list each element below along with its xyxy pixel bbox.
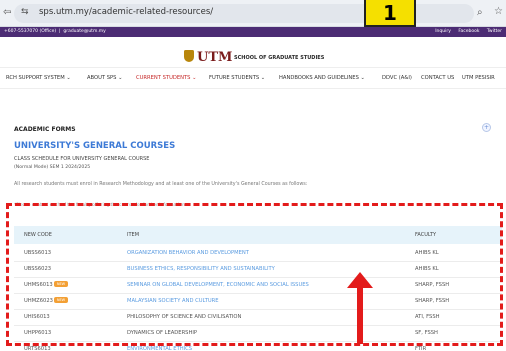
utm-logo[interactable]: UTM (184, 50, 232, 65)
course-item-link[interactable]: SEMINAR ON GLOBAL DEVELOPMENT, ECONOMIC … (127, 282, 309, 288)
facebook-link[interactable]: Facebook (458, 29, 479, 34)
twitter-link[interactable]: Twitter (487, 29, 502, 34)
instruction-text: All research students must enrol in Rese… (14, 182, 308, 187)
annotation-number-badge: 1 (364, 0, 416, 27)
nav-item-current-students[interactable]: CURRENT STUDENTS ⌄ (136, 75, 196, 81)
nav-item-about-sps[interactable]: ABOUT SPS ⌄ (87, 75, 122, 81)
schedule-title: CLASS SCHEDULE FOR UNIVERSITY GENERAL CO… (14, 156, 150, 162)
plus-circle-icon[interactable]: + (482, 123, 491, 132)
course-code: UHMS6013 (24, 282, 53, 288)
up-arrow-icon (347, 272, 373, 344)
course-faculty: FTIR (415, 346, 427, 351)
column-header-code: NEW CODE (24, 232, 52, 238)
new-badge: NEW (54, 297, 68, 303)
social-links: Inquiry Facebook Twitter (429, 27, 502, 37)
course-code: UBSS6023 (24, 266, 52, 272)
course-code: URTS6013 (24, 346, 51, 351)
phone-text: +607-5537070 (Office) (4, 29, 57, 34)
contact-note: *Please contact each of the faculty offe… (14, 203, 187, 208)
course-faculty: SHARP, FSSH (415, 298, 450, 304)
course-item-link[interactable]: ORGANIZATION BEHAVIOR AND DEVELOPMENT (127, 250, 249, 256)
course-item-link[interactable]: ENVIRONMENTAL ETHICS (127, 346, 192, 351)
contact-info: +607-5537070 (Office) | graduate@utm.my (4, 29, 106, 34)
nav-item-research-support[interactable]: RCH SUPPORT SYSTEM ⌄ (6, 75, 71, 81)
new-badge: NEW (54, 281, 68, 287)
course-code: UHIS6013 (24, 314, 50, 320)
course-faculty: AHIBS KL (415, 250, 439, 256)
contact-strip: +607-5537070 (Office) | graduate@utm.my … (0, 27, 506, 37)
course-faculty: SF, FSSH (415, 330, 438, 336)
table-row: URTS6013 ENVIRONMENTAL ETHICS FTIR (14, 340, 502, 351)
nav-item-contact-us[interactable]: CONTACT US (421, 75, 454, 81)
course-item: PHILOSOPHY OF SCIENCE AND CIVILISATION (127, 314, 242, 320)
column-header-faculty: FACULTY (415, 232, 437, 238)
course-code: UHMZ6023 (24, 298, 53, 304)
table-header: NEW CODE ITEM FACULTY (14, 226, 502, 244)
course-code: UBSS6013 (24, 250, 52, 256)
back-arrow-icon[interactable]: ⇦ (3, 7, 11, 18)
course-faculty: AHIBS KL (415, 266, 439, 272)
screenshot: { "browser": { "url": "sps.utm.my/academ… (0, 0, 506, 351)
nav-item-handbooks[interactable]: HANDBOOKS AND GUIDELINES ⌄ (279, 75, 365, 81)
course-item-link[interactable]: MALAYSIAN SOCIETY AND CULTURE (127, 298, 219, 304)
crest-icon (184, 50, 194, 62)
nav-item-future-students[interactable]: FUTURE STUDENTS ⌄ (209, 75, 265, 81)
zoom-icon[interactable]: ⌕ (477, 7, 483, 18)
schedule-subtitle: (Normal Mode) SEM 1 2024/2025 (14, 165, 91, 170)
nav-item-utm-pesisir[interactable]: UTM PESISIR (462, 75, 495, 81)
inquiry-link[interactable]: Inquiry (435, 29, 451, 34)
course-code: UHPP6013 (24, 330, 52, 336)
browser-address-bar: ⇦ ⇆ sps.utm.my/academic-related-resource… (0, 0, 506, 27)
logo-text: UTM (197, 50, 233, 65)
site-title: SCHOOL OF GRADUATE STUDIES (234, 55, 325, 61)
course-faculty: ATI, FSSH (415, 314, 440, 320)
nav-item-ddvc[interactable]: DDVC (A&I) (382, 75, 412, 81)
column-header-item: ITEM (127, 232, 140, 238)
site-settings-icon[interactable]: ⇆ (21, 7, 29, 17)
url-text[interactable]: sps.utm.my/academic-related-resources/ (39, 7, 213, 17)
course-faculty: SHARP, FSSH (415, 282, 450, 288)
email-link[interactable]: graduate@utm.my (63, 29, 105, 34)
bookmark-star-icon[interactable]: ☆ (494, 6, 503, 17)
course-item: DYNAMICS OF LEADERSHIP (127, 330, 198, 336)
course-item-link[interactable]: BUSINESS ETHICS, RESPONSIBILITY AND SUST… (127, 266, 275, 272)
page-heading: UNIVERSITY'S GENERAL COURSES (14, 141, 176, 151)
main-nav: RCH SUPPORT SYSTEM ⌄ ABOUT SPS ⌄ CURRENT… (0, 67, 506, 89)
section-label: ACADEMIC FORMS (14, 126, 76, 133)
